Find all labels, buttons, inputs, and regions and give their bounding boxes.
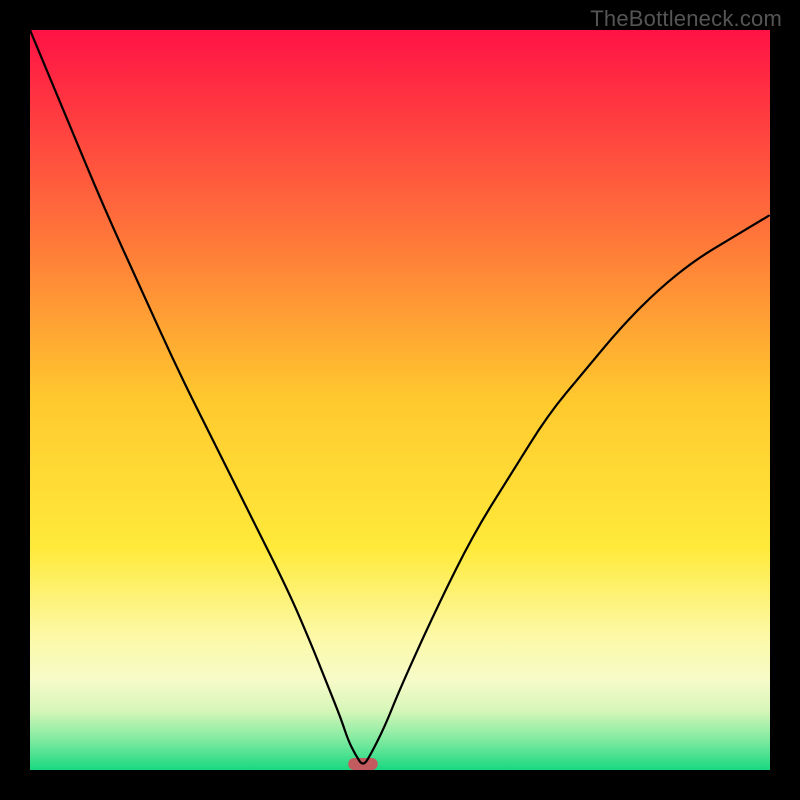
chart-frame: TheBottleneck.com xyxy=(0,0,800,800)
chart-svg xyxy=(30,30,770,770)
plot-area xyxy=(30,30,770,770)
background-gradient xyxy=(30,30,770,770)
watermark-text: TheBottleneck.com xyxy=(590,6,782,32)
